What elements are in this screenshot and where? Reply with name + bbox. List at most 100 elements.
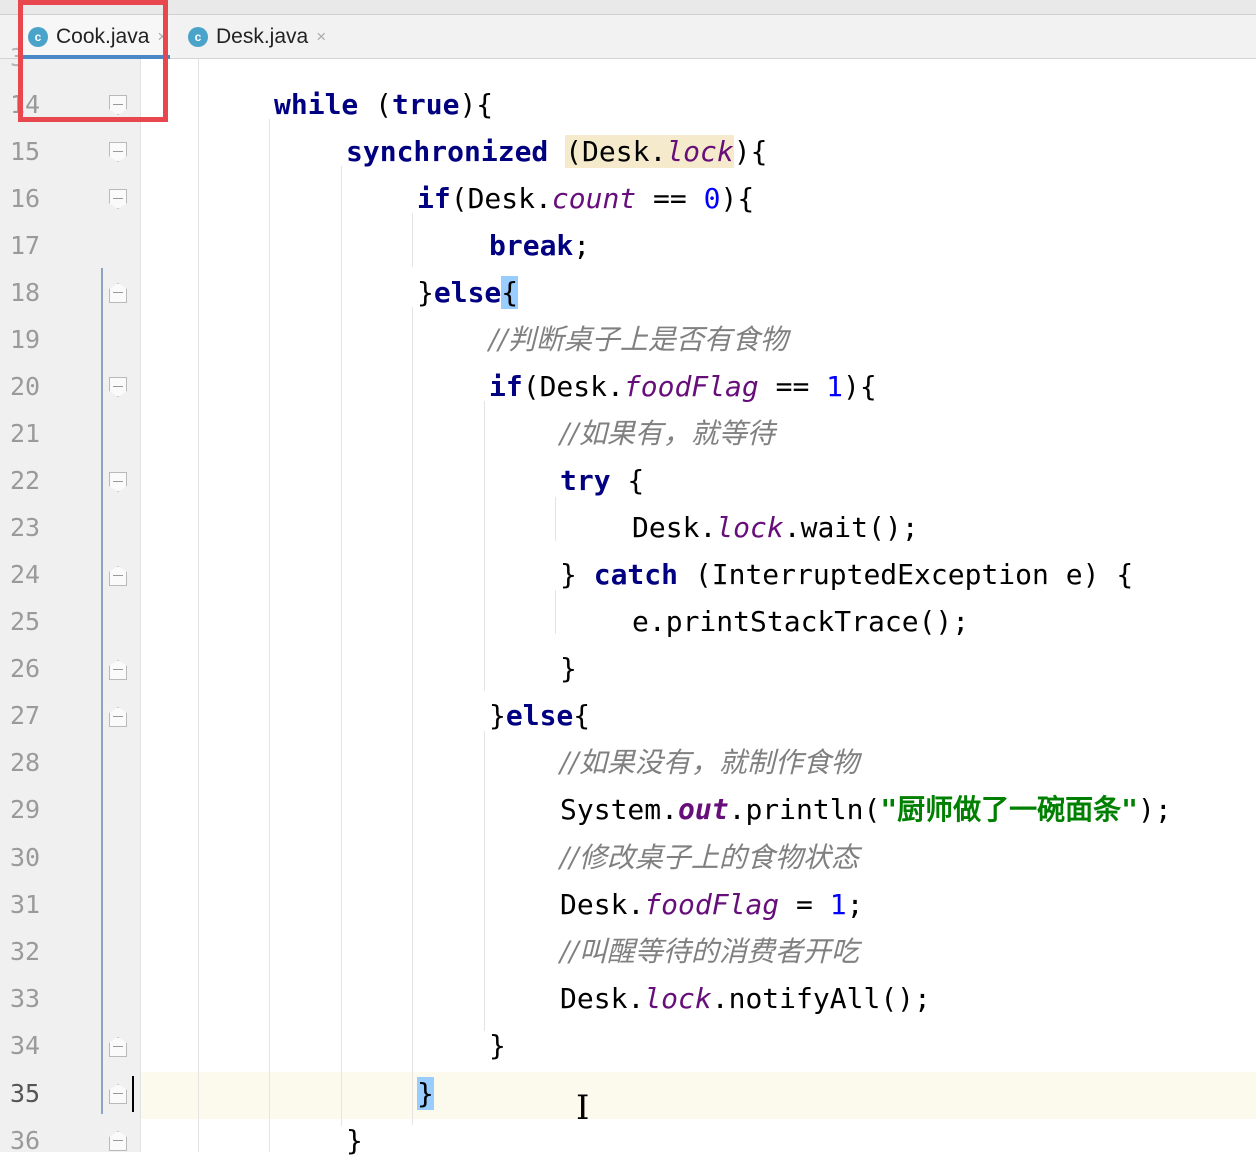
class-name: Desk [560,888,628,921]
current-line-highlight [141,1072,1256,1119]
field-name: foodFlag [623,370,759,403]
tab-label: Desk.java [216,24,309,48]
code-line-22: try { [560,464,645,497]
line-number: 34 [10,1031,41,1060]
field-name: lock [716,511,784,544]
code-line-31: Desk.foodFlag = 1; [560,888,864,921]
number-literal: 1 [829,888,847,921]
code-line-24: } catch (InterruptedException e) { [560,558,1134,591]
keyword: true [392,88,460,121]
code-line-25: e.printStackTrace(); [632,605,970,638]
fold-region-line [101,268,103,1114]
line-number: 32 [10,937,41,966]
line-number: 30 [10,843,41,872]
code-line-34: } [489,1029,506,1062]
code-comment-32: //叫醒等待的消费者开吃 [560,935,859,968]
ibeam-cursor-icon: I [576,1088,590,1128]
field-name: out [678,793,729,826]
java-class-icon: c [188,26,208,47]
field-name: lock [644,982,712,1015]
code-line-33: Desk.lock.notifyAll(); [560,982,931,1015]
line-number: 33 [10,984,41,1013]
method-name: println [745,793,864,826]
indent-guide [341,166,342,1126]
indent-guide [269,119,270,1152]
tab-desk-java[interactable]: c Desk.java × [188,15,338,58]
window-top-strip [0,0,1256,15]
class-name: Desk [467,182,536,215]
code-comment-21: //如果有，就等待 [560,417,775,450]
field-name: lock [666,135,734,168]
line-number: 35 [10,1079,41,1108]
indent-guide [555,590,556,634]
line-number: 31 [10,890,41,919]
indent-guide [412,307,413,1125]
keyword: synchronized [346,135,549,168]
operator: == [653,182,687,215]
line-number: 28 [10,748,41,777]
line-number: 21 [10,419,41,448]
code-line-26: } [560,652,577,685]
close-icon[interactable]: × [157,27,167,47]
code-comment-28: //如果没有，就制作食物 [560,746,859,779]
tab-label: Cook.java [56,24,150,48]
method-name: wait [800,511,869,544]
class-name: Desk [560,982,628,1015]
code-editor[interactable]: while (true){ synchronized (Desk.lock){ … [141,59,1256,1157]
close-icon[interactable]: × [316,27,326,47]
operator: == [775,370,810,403]
line-number: 29 [10,795,41,824]
line-number: 24 [10,560,41,589]
line-number: 36 [10,1126,41,1155]
indent-guide [412,213,413,267]
indent-guide [198,59,199,1152]
field-name: count [551,182,637,215]
number-literal: 0 [703,182,721,215]
code-line-29: System.out.println("厨师做了一碗面条"); [560,793,1172,826]
number-literal: 1 [826,370,844,403]
line-number: 17 [10,231,41,260]
code-line-20: if(Desk.foodFlag == 1){ [489,370,877,403]
keyword: else [505,699,574,732]
line-number: 18 [10,278,41,307]
line-number: 19 [10,325,41,354]
string-literal: "厨师做了一碗面条" [880,793,1139,826]
code-line-16: if(Desk.count == 0){ [417,182,755,215]
line-number: 25 [10,607,41,636]
keyword: while [274,88,359,121]
keyword: if [489,370,523,403]
indent-guide [555,497,556,541]
class-name: Desk [632,511,700,544]
keyword: else [433,276,502,309]
code-comment-19: //判断桌子上是否有食物 [489,323,788,356]
class-name: System [560,793,662,826]
line-number: 22 [10,466,41,495]
field-name: foodFlag [644,888,780,921]
operator: = [796,888,813,921]
code-line-18: }else{ [417,276,519,309]
code-line-17: break; [489,229,591,262]
line-number: 20 [10,372,41,401]
code-line-14: while (true){ [274,88,494,121]
line-number: 26 [10,654,41,683]
line-number: 14 [10,90,41,119]
line-number: 16 [10,184,41,213]
code-line-36: } [346,1124,363,1157]
code-comment-30: //修改桌子上的食物状态 [560,841,859,874]
code-line-35: } [417,1077,434,1110]
editor-tab-bar: c Cook.java × c Desk.java × [0,15,1256,59]
keyword: if [417,182,451,215]
line-number: 15 [10,137,41,166]
line-number: 3 [10,43,26,72]
class-name: Desk [539,370,608,403]
keyword: catch [593,558,679,591]
keyword: break [489,229,574,262]
text-caret [132,1076,134,1112]
method-name: notifyAll [728,982,881,1015]
exception-param: InterruptedException e [711,558,1083,591]
class-name: Desk [582,135,650,168]
line-number: 23 [10,513,41,542]
code-line-27: }else{ [489,699,591,732]
code-line-23: Desk.lock.wait(); [632,511,919,544]
keyword: try [560,464,611,497]
